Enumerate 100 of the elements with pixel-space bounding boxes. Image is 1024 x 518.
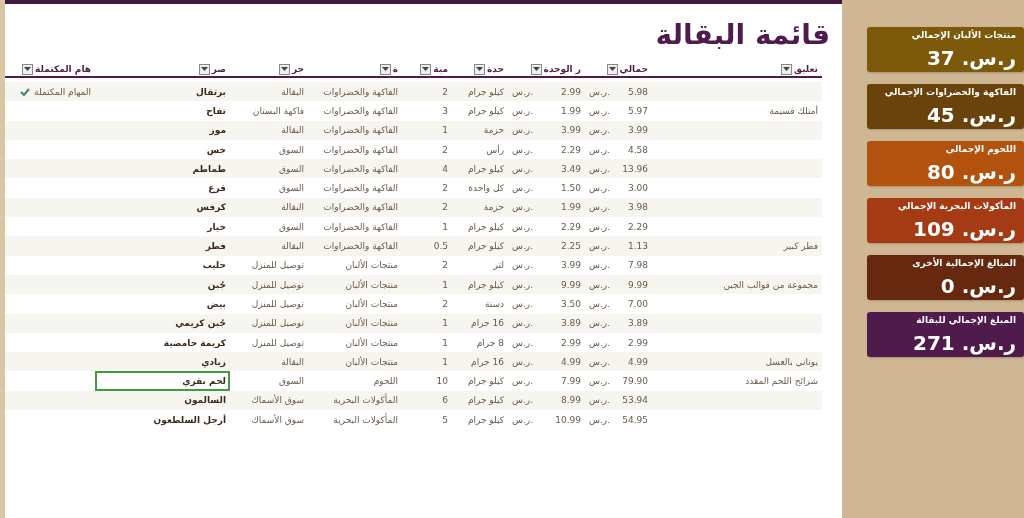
amount: 2.99 [560,86,581,97]
unit-text: 8 جرام [476,337,504,348]
caret-icon [381,67,389,71]
amount: 1.13 [627,241,648,251]
store-text: السوق [279,163,304,174]
currency-symbol: ر.س. [512,144,534,155]
store-text: البقالة [281,241,304,251]
amount: 1.50 [560,183,581,194]
amount: 2.99 [627,337,648,348]
card-value: ر.س. 37 [925,47,1016,69]
store-text: السوق [279,376,304,387]
item-cell[interactable]: كريمة حامضية [95,332,230,353]
currency-symbol: ر.س. [589,414,611,425]
quantity-text: 6 [442,395,448,406]
column-header: هام المكتملة [35,64,91,74]
caret-icon [783,67,791,71]
unit-text: كيلو جرام [467,395,504,406]
item-cell[interactable]: طماطم [95,159,230,179]
card-value: ر.س. 271 [911,332,1016,354]
caret-icon [608,67,616,71]
item-cell[interactable]: حليب [95,255,230,275]
item-cell[interactable]: فطر [95,236,230,256]
quantity-text: 1 [442,318,448,329]
unit-text: كيلو جرام [467,279,504,290]
amount: 8.99 [560,395,581,406]
unit-text: كل واحدة [468,183,504,194]
item-cell[interactable]: قرع [95,178,230,198]
item-cell[interactable]: جُبن [95,274,230,295]
currency-symbol: ر.س. [512,202,534,213]
currency-symbol: ر.س. [589,376,611,387]
item-cell[interactable]: كرفس [95,197,230,218]
quantity-text: 1 [442,221,448,232]
amount: 3.00 [627,183,648,194]
amount: 79.90 [622,376,648,387]
amount: 7.00 [627,298,648,309]
caret-icon [200,67,208,71]
filter-dropdown-button[interactable] [198,63,210,75]
currency-symbol: ر.س. [512,337,534,348]
item-cell[interactable]: زبادي [95,352,230,372]
category-text: منتجات الألبان [345,356,398,367]
caret-icon [24,67,32,71]
currency-symbol: ر.س. [512,105,534,116]
filter-dropdown-button[interactable] [278,63,290,75]
category-text: اللحوم [373,376,398,387]
unit-text: كيلو جرام [467,105,504,116]
currency-symbol: ر.س. [589,356,611,367]
amount: 3.98 [627,202,648,213]
filter-dropdown-button[interactable] [474,63,485,75]
card-label: المأكولات البحرية الإجمالي [897,201,1016,211]
filter-dropdown-button[interactable] [379,63,391,75]
unit-text: لتر [493,260,504,271]
item-cell[interactable]: تفاح [95,101,230,121]
currency-symbol: ر.س. [589,163,611,174]
filter-dropdown-button[interactable] [606,63,618,75]
currency-symbol: ر.س. [589,202,611,213]
unit-text: كيلو جرام [467,414,504,425]
unit-text: كيلو جرام [467,221,504,232]
store-text: البقالة [281,356,304,367]
card-label: المبالغ الإجمالية الأخرى [911,258,1016,268]
column-header: جر [291,64,304,74]
filter-dropdown-button[interactable] [781,63,793,75]
comment-text: يوناني بالعسل [765,356,818,367]
item-cell[interactable]: موز [95,120,230,140]
item-cell[interactable]: برتقال [95,82,230,102]
card-label: الفاكهة والخضراوات الإجمالي [883,87,1016,97]
amount: 3.50 [560,298,581,309]
quantity-text: 3 [442,105,448,116]
currency-symbol: ر.س. [589,298,611,309]
item-cell[interactable]: جُبن كريمي [95,313,230,333]
amount: 2.29 [627,221,648,232]
quantity-text: 10 [436,376,448,387]
category-text: الفاكهة والخضراوات [323,183,398,194]
currency-symbol: ر.س. [512,395,534,406]
category-text: المأكولات البحرية [333,414,398,425]
selected-cell[interactable]: لحم بقري [95,371,230,391]
category-text: منتجات الألبان [345,279,398,290]
item-cell[interactable]: خس [95,139,230,160]
item-cell[interactable]: خيار [95,217,230,237]
currency-symbol: ر.س. [512,279,534,290]
currency-symbol: ر.س. [589,125,611,136]
filter-dropdown-button[interactable] [420,63,432,75]
unit-text: كيلو جرام [467,376,504,387]
category-text: منتجات الألبان [345,337,398,348]
category-text: الفاكهة والخضراوات [323,241,398,251]
item-cell[interactable]: السالمون [95,390,230,411]
category-text: الفاكهة والخضراوات [323,125,398,136]
item-cell[interactable]: أرجل السلطعون [95,410,230,430]
card-label: المبلغ الإجمالي للبقالة [915,315,1016,325]
item-cell[interactable]: بيض [95,294,230,314]
filter-dropdown-button[interactable] [22,63,34,75]
amount: 5.98 [627,86,648,97]
amount: 5.97 [627,105,648,116]
currency-symbol: ر.س. [512,356,534,367]
filter-dropdown-button[interactable] [530,63,542,75]
store-text: السوق [279,144,304,155]
currency-symbol: ر.س. [512,221,534,232]
currency-symbol: ر.س. [512,183,534,194]
column-header: حدة [487,64,504,74]
store-text: السوق [279,221,304,232]
caret-icon [280,67,288,71]
